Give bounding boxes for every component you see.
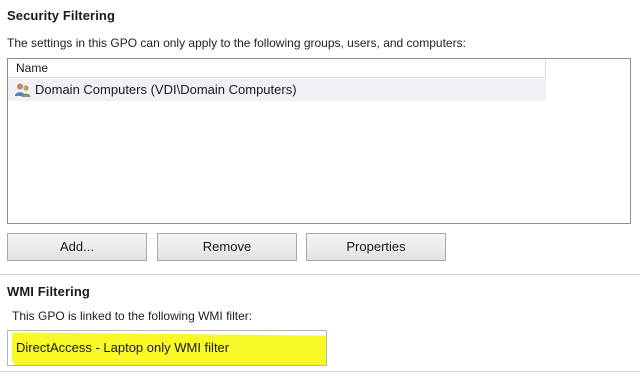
wmi-filter-select[interactable]: DirectAccess - Laptop only WMI filter <box>7 330 327 366</box>
remove-button[interactable]: Remove <box>157 233 297 261</box>
column-header-name[interactable]: Name <box>8 59 546 78</box>
security-filtering-title: Security Filtering <box>7 8 115 23</box>
wmi-filter-value: DirectAccess - Laptop only WMI filter <box>16 340 230 355</box>
security-filtering-list[interactable]: Name Domain Computers (VDI\Domain Comput… <box>7 58 631 224</box>
bottom-divider <box>0 371 640 372</box>
wmi-filtering-description: This GPO is linked to the following WMI … <box>12 309 253 323</box>
list-item[interactable]: Domain Computers (VDI\Domain Computers) <box>8 79 546 101</box>
section-divider <box>0 274 640 275</box>
user-group-icon <box>15 83 31 97</box>
list-item-label: Domain Computers (VDI\Domain Computers) <box>35 82 297 97</box>
properties-button[interactable]: Properties <box>306 233 446 261</box>
add-button[interactable]: Add... <box>7 233 147 261</box>
security-filtering-description: The settings in this GPO can only apply … <box>7 36 466 50</box>
wmi-filtering-title: WMI Filtering <box>7 284 90 299</box>
